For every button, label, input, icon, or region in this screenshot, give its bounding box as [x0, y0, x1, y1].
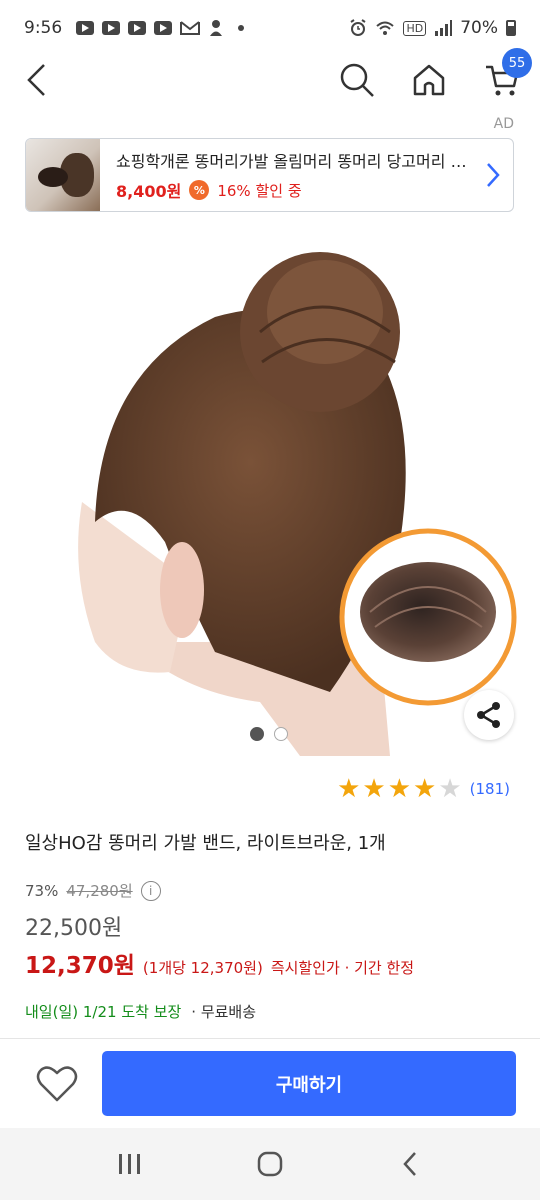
ad-thumbnail-bun [38, 167, 68, 187]
recent-apps-icon [119, 1154, 140, 1174]
hd-voice-icon: HD [403, 20, 427, 36]
search-button[interactable] [333, 56, 381, 104]
bottom-action-bar: 구매하기 [0, 1038, 540, 1128]
final-price-row: 12,370원 (1개당 12,370원) 즉시할인가 · 기간 한정 [25, 946, 414, 980]
more-notifications-dot [238, 25, 245, 31]
ad-title: 쇼핑학개론 똥머리가발 올림머리 똥머리 당고머리 똥머리가발 [116, 152, 473, 171]
system-nav-bar [0, 1128, 540, 1200]
youtube-notification-icon [154, 21, 173, 35]
battery-icon [506, 20, 516, 36]
star-filled-icon: ★ [387, 774, 412, 804]
wifi-icon [376, 21, 395, 35]
home-system-button[interactable] [240, 1134, 300, 1194]
ad-text: 쇼핑학개론 똥머리가발 올림머리 똥머리 당고머리 똥머리가발 8,400원 %… [100, 148, 473, 202]
home-circle-icon [257, 1151, 283, 1177]
youtube-notification-icon [102, 21, 121, 35]
status-bar: 9:56 HD 70% [0, 0, 540, 56]
battery-percent: 70% [460, 18, 498, 38]
ad-thumbnail [26, 139, 100, 211]
chevron-right-icon [473, 139, 513, 211]
buy-button[interactable]: 구매하기 [102, 1051, 516, 1116]
status-time: 9:56 [24, 18, 63, 38]
final-price: 12,370원 [25, 953, 135, 979]
recent-apps-button[interactable] [100, 1134, 160, 1194]
cart-button[interactable]: 55 [478, 48, 532, 104]
alarm-icon [350, 19, 367, 36]
home-button[interactable] [405, 56, 453, 104]
status-left: 9:56 [24, 18, 245, 38]
star-filled-icon: ★ [413, 774, 437, 804]
info-icon[interactable]: i [140, 880, 161, 901]
app-notification-icon [210, 20, 223, 36]
product-photo [78, 252, 517, 756]
top-nav: 55 [0, 48, 540, 104]
back-chevron-icon [403, 1152, 416, 1176]
star-filled-icon: ★ [362, 774, 386, 804]
home-icon [413, 64, 445, 96]
gallery-pagination [250, 727, 288, 741]
rating[interactable]: ★ ★ ★ ★ ★ (181) [337, 776, 510, 802]
sale-price: 22,500원 [25, 916, 123, 941]
original-price: 47,280원 [66, 882, 133, 900]
back-arrow-icon [27, 64, 45, 96]
heart-icon [36, 1066, 78, 1102]
search-icon [340, 63, 374, 97]
back-button[interactable] [12, 56, 60, 104]
gmail-icon [180, 21, 201, 35]
delivery-date: 내일(일) 1/21 도착 보장 [25, 1003, 182, 1021]
instant-discount-label: 즉시할인가 · 기간 한정 [270, 959, 415, 977]
review-count[interactable]: (181) [470, 780, 510, 798]
gallery-dot[interactable] [274, 727, 288, 741]
star-filled-icon: ★ [337, 774, 361, 804]
status-right: HD 70% [349, 18, 516, 38]
share-button[interactable] [464, 690, 514, 740]
back-system-button[interactable] [380, 1134, 440, 1194]
ad-discount: 16% 할인 중 [217, 181, 302, 200]
ad-banner[interactable]: 쇼핑학개론 똥머리가발 올림머리 똥머리 당고머리 똥머리가발 8,400원 %… [25, 138, 514, 212]
product-title: 일상HO감 똥머리 가발 밴드, 라이트브라운, 1개 [25, 833, 386, 854]
unit-price: (1개당 12,370원) [142, 959, 263, 977]
delivery-row: 내일(일) 1/21 도착 보장 · 무료배송 [25, 1001, 256, 1022]
signal-icon [435, 20, 453, 36]
cart-count-badge: 55 [502, 48, 532, 78]
youtube-notification-icon [128, 21, 147, 35]
ad-price-row: 8,400원 % 16% 할인 중 [116, 178, 473, 202]
ad-label: AD [493, 116, 514, 132]
share-icon [477, 702, 500, 728]
ad-price: 8,400원 [116, 182, 182, 201]
wishlist-button[interactable] [36, 1065, 78, 1103]
discount-rate: 73% [25, 881, 59, 900]
star-empty-icon: ★ [438, 774, 462, 804]
shipping-info: · 무료배송 [191, 1003, 257, 1021]
product-image[interactable] [0, 222, 540, 756]
discount-percent-icon: % [189, 180, 210, 200]
gallery-dot-active[interactable] [250, 727, 264, 741]
original-price-row: 73% 47,280원 i [25, 880, 161, 901]
youtube-notification-icon [76, 21, 95, 35]
